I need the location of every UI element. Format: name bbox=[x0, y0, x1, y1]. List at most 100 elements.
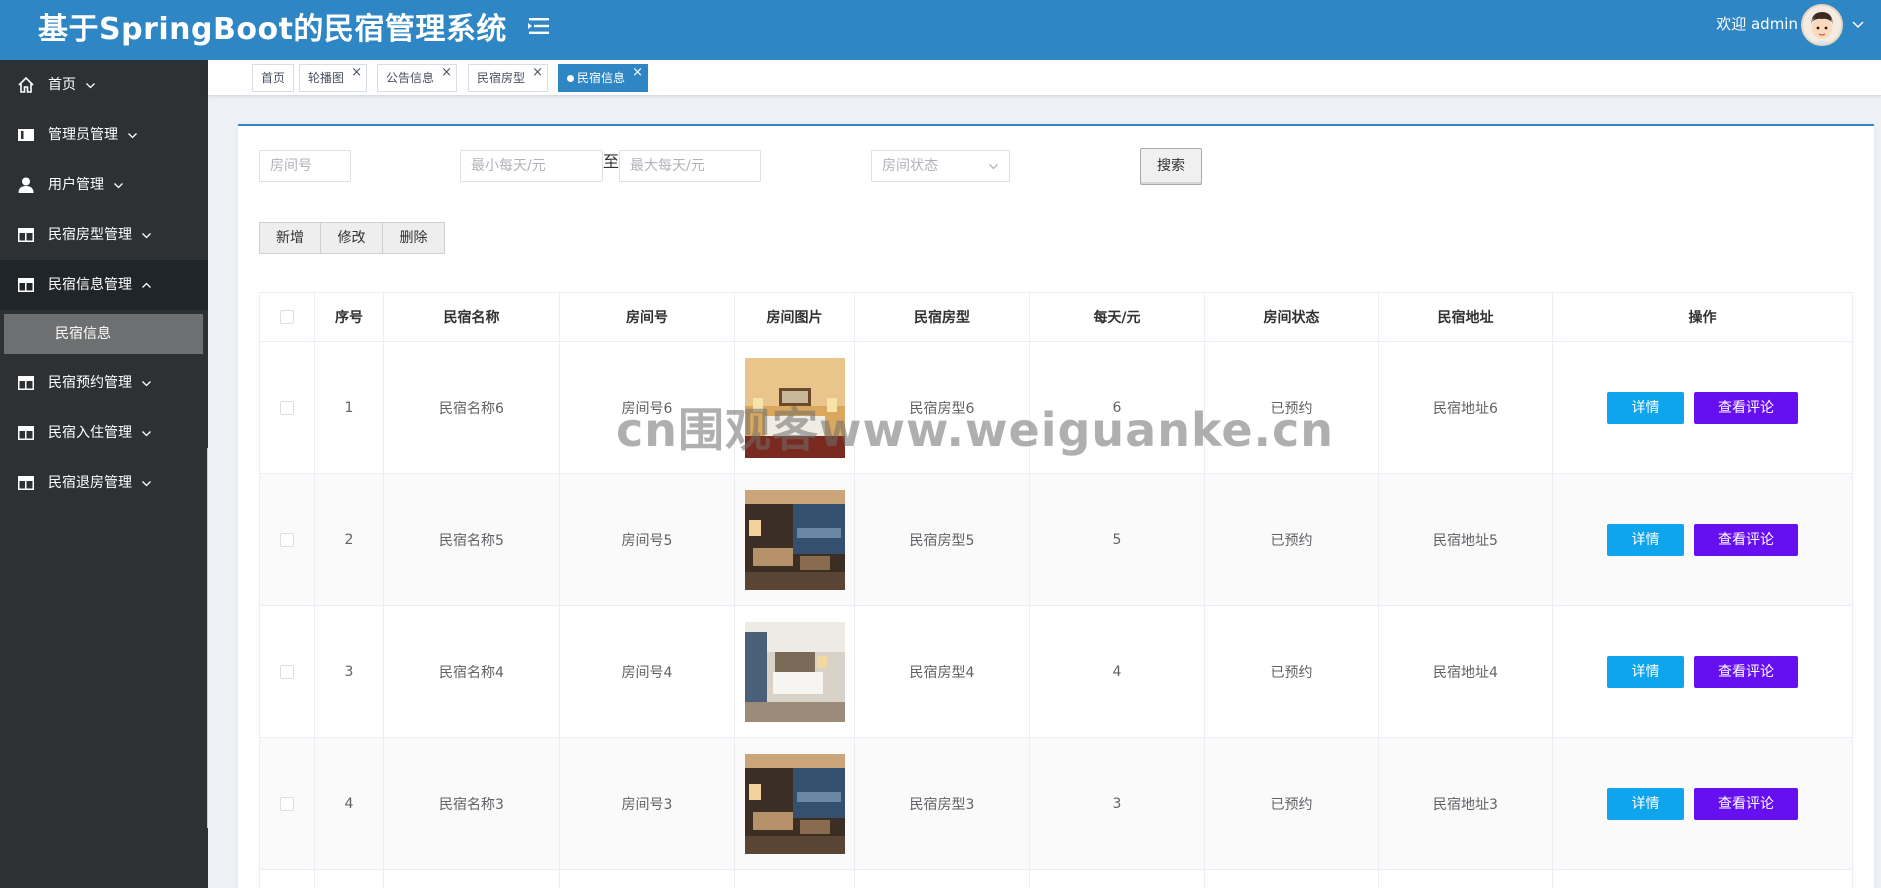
sidebar-item-label: 用户管理 bbox=[48, 177, 104, 193]
row-checkbox[interactable] bbox=[280, 664, 294, 679]
card-icon bbox=[18, 129, 34, 141]
row-select-cell bbox=[259, 473, 315, 606]
sidebar-item-home[interactable]: 首页 bbox=[0, 60, 208, 110]
address-cell: 民宿地址6 bbox=[1378, 341, 1553, 474]
type-cell: 民宿房型4 bbox=[854, 605, 1030, 738]
tag-room-types[interactable]: 民宿房型 × bbox=[468, 64, 549, 92]
price-cell: 3 bbox=[1029, 737, 1205, 870]
row-select-cell bbox=[259, 341, 315, 474]
tag-notices[interactable]: 公告信息 × bbox=[377, 64, 458, 92]
delete-button[interactable]: 删除 bbox=[383, 222, 445, 254]
column-header: 房间号 bbox=[559, 292, 735, 342]
select-all-checkbox[interactable] bbox=[280, 310, 294, 324]
sidebar-item-reservations[interactable]: 民宿预约管理 bbox=[0, 358, 208, 408]
type-cell bbox=[854, 869, 1030, 888]
detail-button[interactable]: 详情 bbox=[1607, 523, 1684, 556]
sidebar-item-label: 民宿退房管理 bbox=[48, 475, 132, 491]
close-icon[interactable]: × bbox=[441, 66, 452, 80]
price-cell: 5 bbox=[1029, 473, 1205, 606]
column-header: 每天/元 bbox=[1029, 292, 1205, 342]
address-cell: 民宿地址3 bbox=[1378, 737, 1553, 870]
detail-button[interactable]: 详情 bbox=[1607, 787, 1684, 820]
menu-toggle-icon[interactable] bbox=[527, 15, 551, 37]
image-cell bbox=[734, 737, 855, 870]
close-icon[interactable]: × bbox=[351, 66, 362, 80]
user-avatar[interactable] bbox=[1801, 4, 1843, 46]
sidebar-item-room-info[interactable]: 民宿信息管理 bbox=[0, 260, 208, 310]
room-status-select[interactable]: 房间状态 bbox=[871, 150, 1010, 182]
sidebar-item-label: 首页 bbox=[48, 77, 76, 93]
operations-cell: 详情 查看评论 bbox=[1552, 473, 1853, 606]
view-reviews-button[interactable]: 查看评论 bbox=[1694, 655, 1798, 688]
detail-button[interactable]: 详情 bbox=[1607, 391, 1684, 424]
view-reviews-button[interactable]: 查看评论 bbox=[1694, 523, 1798, 556]
image-cell bbox=[734, 605, 855, 738]
index-cell bbox=[314, 869, 384, 888]
room-status-placeholder: 房间状态 bbox=[882, 158, 938, 174]
status-cell: 已预约 bbox=[1204, 605, 1379, 738]
column-header: 民宿名称 bbox=[383, 292, 560, 342]
row-checkbox[interactable] bbox=[280, 400, 294, 415]
chevron-up-icon bbox=[142, 282, 151, 288]
edit-button[interactable]: 修改 bbox=[321, 222, 383, 254]
search-button[interactable]: 搜索 bbox=[1140, 148, 1202, 185]
close-icon[interactable]: × bbox=[532, 66, 543, 80]
min-price-input[interactable]: 最小每天/元 bbox=[460, 150, 603, 182]
chevron-down-icon[interactable] bbox=[1851, 17, 1865, 31]
tag-home[interactable]: 首页 bbox=[252, 64, 295, 92]
sidebar: 首页 管理员管理 用户管理 民宿房型管理 民宿信息管理 民宿信息 民宿预约管理 … bbox=[0, 60, 208, 888]
top-header: 基于SpringBoot的民宿管理系统 欢迎 admin bbox=[0, 0, 1881, 60]
tag-label: 民宿房型 bbox=[477, 71, 526, 85]
row-checkbox[interactable] bbox=[280, 796, 294, 811]
welcome-text: 欢迎 admin bbox=[1716, 15, 1798, 33]
table-row bbox=[259, 869, 1853, 888]
chevron-down-icon bbox=[142, 481, 151, 487]
room-image[interactable] bbox=[744, 753, 845, 854]
sidebar-item-checkout[interactable]: 民宿退房管理 bbox=[0, 458, 208, 508]
address-cell: 民宿地址5 bbox=[1378, 473, 1553, 606]
room-image[interactable] bbox=[744, 621, 845, 722]
detail-button[interactable]: 详情 bbox=[1607, 655, 1684, 688]
row-checkbox[interactable] bbox=[280, 532, 294, 547]
room-cell: 房间号5 bbox=[559, 473, 735, 606]
status-cell bbox=[1204, 869, 1379, 888]
operations-cell: 详情 查看评论 bbox=[1552, 605, 1853, 738]
view-reviews-button[interactable]: 查看评论 bbox=[1694, 391, 1798, 424]
row-select-cell bbox=[259, 737, 315, 870]
image-cell bbox=[734, 473, 855, 606]
image-cell bbox=[734, 869, 855, 888]
close-icon[interactable]: × bbox=[632, 66, 643, 80]
index-cell: 4 bbox=[314, 737, 384, 870]
price-cell: 4 bbox=[1029, 605, 1205, 738]
table-row: 3 民宿名称4 房间号4 民宿房型4 4 已预约 民宿地址4 详情 查看评论 bbox=[259, 605, 1853, 738]
table-icon bbox=[18, 376, 34, 390]
max-price-input[interactable]: 最大每天/元 bbox=[619, 150, 761, 182]
column-header: 操作 bbox=[1552, 292, 1853, 342]
operations-cell: 详情 查看评论 bbox=[1552, 341, 1853, 474]
tag-carousel[interactable]: 轮播图 × bbox=[299, 64, 368, 92]
action-button-group: 新增 修改 删除 bbox=[259, 222, 445, 254]
tag-room-info[interactable]: 民宿信息 × bbox=[558, 64, 649, 92]
row-select-cell bbox=[259, 869, 315, 888]
view-reviews-button[interactable]: 查看评论 bbox=[1694, 787, 1798, 820]
room-info-table: 序号 民宿名称 房间号 房间图片 民宿房型 每天/元 房间状态 民宿地址 操作 … bbox=[259, 292, 1853, 888]
tag-label: 轮播图 bbox=[308, 71, 345, 85]
index-cell: 3 bbox=[314, 605, 384, 738]
status-cell: 已预约 bbox=[1204, 737, 1379, 870]
sidebar-item-users[interactable]: 用户管理 bbox=[0, 160, 208, 210]
type-cell: 民宿房型3 bbox=[854, 737, 1030, 870]
sidebar-item-room-types[interactable]: 民宿房型管理 bbox=[0, 210, 208, 260]
address-cell: 民宿地址4 bbox=[1378, 605, 1553, 738]
operations-cell: 详情 查看评论 bbox=[1552, 737, 1853, 870]
table-icon bbox=[18, 278, 34, 292]
chevron-down-icon bbox=[989, 164, 998, 170]
range-to-label: 至 bbox=[603, 152, 620, 171]
row-select-cell bbox=[259, 605, 315, 738]
sidebar-subitem-room-info[interactable]: 民宿信息 bbox=[4, 314, 203, 354]
sidebar-item-checkin[interactable]: 民宿入住管理 bbox=[0, 408, 208, 458]
column-header: 房间图片 bbox=[734, 292, 855, 342]
add-button[interactable]: 新增 bbox=[259, 222, 321, 254]
sidebar-item-admin[interactable]: 管理员管理 bbox=[0, 110, 208, 160]
room-number-input[interactable]: 房间号 bbox=[259, 150, 351, 182]
room-image[interactable] bbox=[744, 489, 845, 590]
